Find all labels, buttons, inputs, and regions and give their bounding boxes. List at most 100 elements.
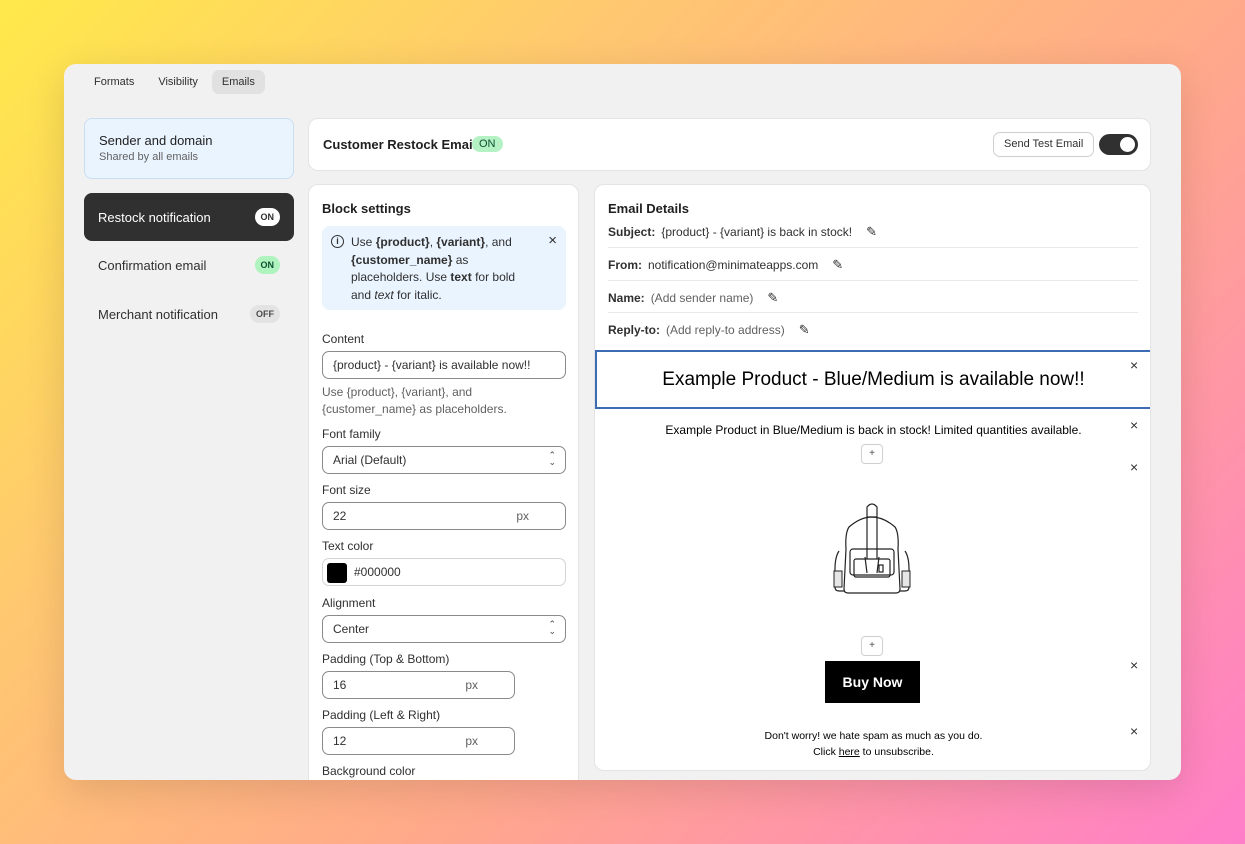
unsubscribe-link[interactable]: here bbox=[839, 746, 860, 758]
divider bbox=[608, 280, 1138, 281]
font-size-label: Font size bbox=[322, 483, 371, 497]
email-enabled-toggle[interactable] bbox=[1099, 134, 1138, 155]
px-suffix: px bbox=[465, 734, 478, 748]
info-text: text bbox=[450, 270, 472, 284]
tab-visibility[interactable]: Visibility bbox=[148, 70, 208, 94]
padding-lr-input[interactable]: 12 px bbox=[322, 727, 515, 755]
sidebar-item-merchant[interactable]: Merchant notification OFF bbox=[84, 290, 294, 338]
font-size-value: 22 bbox=[333, 509, 347, 523]
backpack-product-image bbox=[833, 503, 911, 594]
font-size-input[interactable]: 22 px bbox=[322, 502, 566, 530]
status-badge: ON bbox=[254, 256, 280, 274]
block-settings-title: Block settings bbox=[322, 201, 411, 216]
info-icon: i bbox=[331, 235, 344, 248]
close-icon[interactable]: × bbox=[1130, 357, 1138, 373]
from-value: notification@minimateapps.com bbox=[648, 258, 819, 272]
from-row: From: notification@minimateapps.com ✎ bbox=[608, 257, 1138, 273]
tab-emails[interactable]: Emails bbox=[211, 70, 265, 94]
padding-lr-label: Padding (Left & Right) bbox=[322, 708, 441, 722]
info-text: Use bbox=[351, 235, 376, 249]
sidebar-item-label: Confirmation email bbox=[98, 257, 207, 273]
edit-subject-pencil-icon[interactable]: ✎ bbox=[866, 224, 877, 240]
px-suffix: px bbox=[516, 509, 529, 523]
preview-body-text[interactable]: Example Product in Blue/Medium is back i… bbox=[595, 423, 1150, 437]
text-color-input[interactable]: #000000 bbox=[322, 558, 566, 586]
content-help-text: Use {product}, {variant}, and {customer_… bbox=[322, 385, 507, 416]
font-family-value: Arial (Default) bbox=[333, 453, 407, 467]
info-text: {product} bbox=[375, 235, 430, 249]
sidebar-item-label: Merchant notification bbox=[98, 306, 218, 322]
select-chevron-icon: ⌃ ⌄ bbox=[548, 619, 556, 636]
padding-tb-input[interactable]: 16 px bbox=[322, 671, 515, 699]
name-row: Name: (Add sender name) ✎ bbox=[608, 290, 1138, 306]
subject-value: {product} - {variant} is back in stock! bbox=[661, 225, 853, 239]
padding-tb-label: Padding (Top & Bottom) bbox=[322, 652, 450, 666]
status-badge: ON bbox=[254, 208, 280, 226]
content-input[interactable]: {product} - {variant} is available now!! bbox=[322, 351, 566, 379]
info-text: text bbox=[374, 287, 394, 302]
divider bbox=[608, 247, 1138, 248]
email-title: Customer Restock Email bbox=[323, 137, 477, 152]
edit-from-pencil-icon[interactable]: ✎ bbox=[832, 257, 843, 273]
text-color-label: Text color bbox=[322, 539, 374, 553]
alignment-label: Alignment bbox=[322, 596, 376, 610]
padding-lr-value: 12 bbox=[333, 734, 347, 748]
content-label: Content bbox=[322, 332, 365, 346]
footer-text: to unsubscribe. bbox=[859, 746, 934, 758]
footer-line: Don't worry! we hate spam as much as you… bbox=[764, 730, 983, 742]
font-family-label: Font family bbox=[322, 427, 381, 441]
sender-domain-card[interactable]: Sender and domain Shared by all emails bbox=[84, 118, 294, 179]
info-text: for italic. bbox=[393, 287, 442, 302]
heading-block-selected[interactable]: Example Product - Blue/Medium is availab… bbox=[595, 350, 1150, 409]
font-family-select[interactable]: Arial (Default) ⌃ ⌄ bbox=[322, 446, 566, 474]
color-swatch[interactable] bbox=[327, 563, 347, 583]
background-color-label: Background color bbox=[322, 764, 416, 778]
reply-to-row: Reply-to: (Add reply-to address) ✎ bbox=[608, 322, 1138, 338]
status-badge: OFF bbox=[250, 305, 280, 323]
tab-bar: Formats Visibility Emails bbox=[84, 70, 265, 94]
buy-now-button[interactable]: Buy Now bbox=[825, 661, 920, 703]
footer-line: Click here to unsubscribe. bbox=[595, 744, 1150, 760]
subject-row: Subject: {product} - {variant} is back i… bbox=[608, 224, 1138, 240]
sidebar-item-label: Restock notification bbox=[98, 209, 211, 225]
close-icon[interactable]: × bbox=[1130, 723, 1138, 739]
email-details-panel: Email Details Subject: {product} - {vari… bbox=[594, 184, 1151, 771]
block-settings-panel: Block settings i Use {product}, {variant… bbox=[308, 184, 579, 780]
add-block-plus-icon[interactable]: + bbox=[861, 636, 883, 656]
select-chevron-icon: ⌃ ⌄ bbox=[548, 450, 556, 467]
px-suffix: px bbox=[465, 678, 478, 692]
alignment-value: Center bbox=[333, 622, 370, 636]
email-details-title: Email Details bbox=[608, 201, 689, 216]
info-text: {customer_name} bbox=[351, 252, 453, 267]
reply-to-value: (Add reply-to address) bbox=[666, 323, 785, 337]
email-header-card: Customer Restock Email ON Send Test Emai… bbox=[308, 118, 1151, 171]
close-icon[interactable]: × bbox=[548, 232, 557, 250]
preview-footer: Don't worry! we hate spam as much as you… bbox=[595, 728, 1150, 760]
close-icon[interactable]: × bbox=[1130, 657, 1138, 673]
preview-heading: Example Product - Blue/Medium is availab… bbox=[662, 368, 1085, 390]
subject-label: Subject: bbox=[608, 225, 656, 239]
alignment-select[interactable]: Center ⌃ ⌄ bbox=[322, 615, 566, 643]
text-color-value: #000000 bbox=[354, 565, 401, 579]
close-icon[interactable]: × bbox=[1130, 417, 1138, 433]
edit-name-pencil-icon[interactable]: ✎ bbox=[767, 290, 778, 306]
sender-domain-subtitle: Shared by all emails bbox=[99, 151, 199, 163]
padding-tb-value: 16 bbox=[333, 678, 347, 692]
add-block-plus-icon[interactable]: + bbox=[861, 444, 883, 464]
reply-to-label: Reply-to: bbox=[608, 323, 660, 337]
sidebar-item-restock[interactable]: Restock notification ON bbox=[84, 193, 294, 241]
send-test-email-button[interactable]: Send Test Email bbox=[993, 132, 1095, 157]
info-text: {variant} bbox=[436, 235, 486, 249]
app-window: Formats Visibility Emails Sender and dom… bbox=[64, 64, 1181, 780]
info-text: , and bbox=[485, 235, 512, 249]
status-badge: ON bbox=[472, 136, 503, 152]
close-icon[interactable]: × bbox=[1130, 459, 1138, 475]
sidebar-item-confirmation[interactable]: Confirmation email ON bbox=[84, 241, 294, 289]
from-label: From: bbox=[608, 258, 642, 272]
name-value: (Add sender name) bbox=[650, 291, 754, 305]
placeholder-info-banner: i Use {product}, {variant}, and {custome… bbox=[322, 226, 566, 310]
tab-formats[interactable]: Formats bbox=[84, 70, 144, 94]
divider bbox=[608, 312, 1138, 313]
sender-domain-title: Sender and domain bbox=[99, 133, 213, 148]
edit-reply-to-pencil-icon[interactable]: ✎ bbox=[799, 322, 810, 338]
